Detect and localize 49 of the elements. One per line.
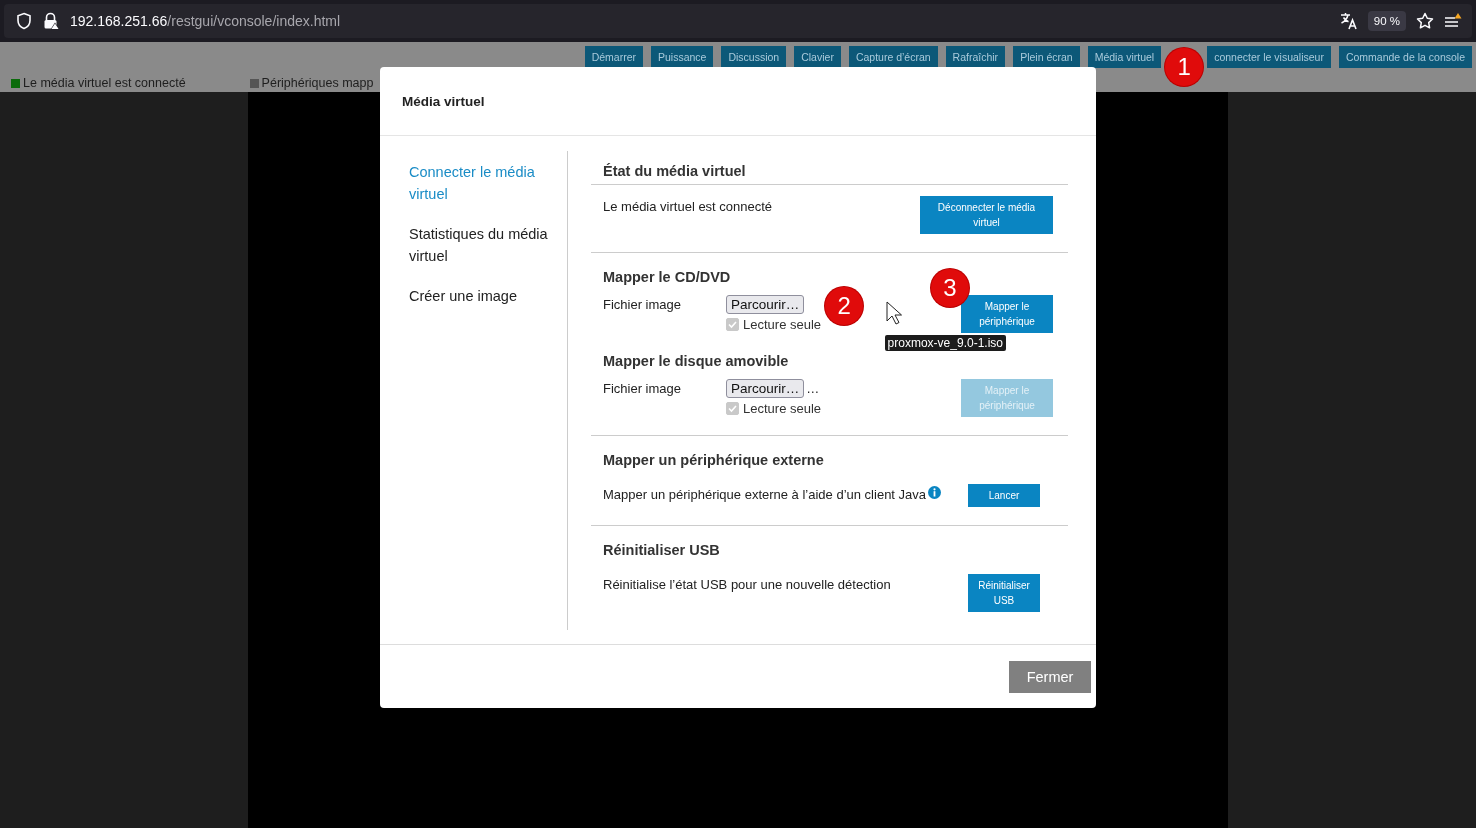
disconnect-button[interactable]: Déconnecter le média virtuel — [920, 196, 1053, 234]
nav-item[interactable]: Statistiques du média virtuel — [409, 223, 553, 267]
annotation-badge: 2 — [825, 287, 864, 325]
info-icon[interactable] — [928, 486, 942, 499]
status-text: Le média virtuel est connecté — [23, 76, 186, 90]
field-label: Fichier image — [603, 296, 683, 314]
description-text: Réinitialise l’état USB pour une nouvelle détection — [603, 577, 891, 592]
toolbar-button[interactable]: Discussion — [721, 46, 787, 68]
field-label: Fichier image — [603, 380, 683, 398]
menu-icon[interactable] — [1444, 12, 1462, 30]
toolbar-button[interactable]: Plein écran — [1013, 46, 1080, 68]
toolbar-button[interactable]: Clavier — [794, 46, 841, 68]
description-text: Mapper un périphérique externe à l’aide d’un client Java — [603, 487, 927, 502]
nav-item[interactable]: Créer une image — [409, 285, 553, 307]
nav-item[interactable]: Connecter le média virtuel — [409, 161, 553, 205]
shield-icon[interactable] — [16, 12, 32, 30]
action-button[interactable]: Réinitialiser USB — [968, 574, 1040, 612]
annotation-badge: 1 — [1165, 48, 1204, 86]
section-heading: État du média virtuel — [591, 161, 1068, 185]
toolbar-button[interactable]: connecter le visualiseur — [1207, 46, 1331, 68]
browse-button[interactable]: Parcourir… — [726, 295, 805, 314]
url-text[interactable]: 192.168.251.66/restgui/vconsole/index.html — [70, 13, 341, 29]
star-icon[interactable] — [1416, 12, 1434, 30]
toolbar-button[interactable]: Rafraîchir — [945, 46, 1006, 68]
map-device-button[interactable]: Mapper le périphérique — [961, 295, 1053, 333]
file-status: … — [806, 381, 820, 396]
status-text: Le média virtuel est connecté — [603, 198, 773, 214]
section-heading: Mapper le CD/DVD — [603, 268, 732, 287]
close-button[interactable]: Fermer — [1009, 661, 1091, 693]
browse-button[interactable]: Parcourir… — [726, 379, 805, 398]
toolbar-button[interactable]: Démarrer — [584, 46, 643, 68]
section-heading: Réinitialiser USB — [603, 541, 721, 560]
section-heading: Mapper le disque amovible — [603, 352, 790, 371]
lock-warning-icon[interactable] — [42, 12, 60, 30]
toolbar-button[interactable]: Commande de la console — [1338, 46, 1472, 68]
checkbox-label: Lecture seule — [743, 401, 822, 416]
status-text: Périphériques mapp — [261, 76, 374, 90]
zoom-level[interactable]: 90 % — [1367, 11, 1406, 31]
tooltip: proxmox-ve_9.0-1.iso — [884, 335, 1006, 351]
checkbox-label: Lecture seule — [743, 317, 822, 332]
translate-icon[interactable] — [1339, 12, 1358, 30]
annotation-badge: 3 — [931, 269, 969, 307]
dialog-title: Média virtuel — [402, 93, 485, 109]
toolbar-button[interactable]: Puissance — [650, 46, 714, 68]
section-heading: Mapper un périphérique externe — [603, 451, 825, 470]
toolbar-button[interactable]: Média virtuel — [1087, 46, 1162, 68]
toolbar-button[interactable]: Capture d’écran — [848, 46, 938, 68]
action-button[interactable]: Lancer — [968, 484, 1040, 507]
mouse-cursor-icon — [886, 301, 902, 325]
